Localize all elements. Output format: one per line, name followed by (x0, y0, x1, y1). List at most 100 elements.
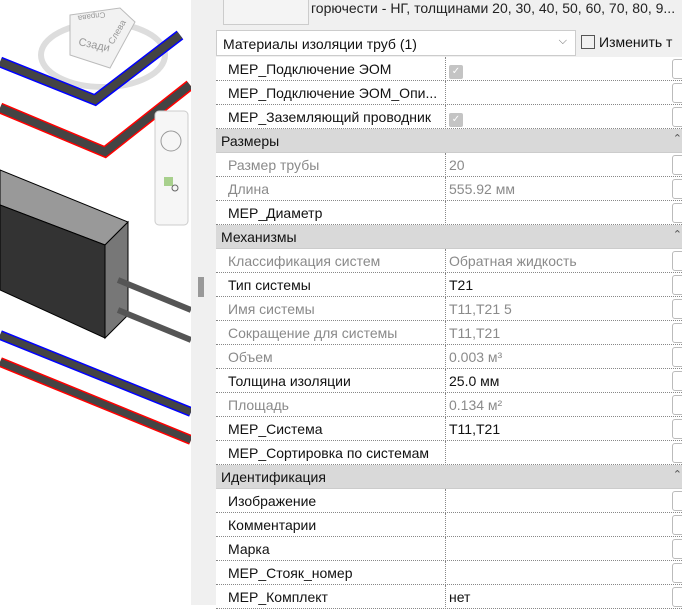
property-value-text: T21 (449, 277, 474, 293)
edit-type-label: Изменить т (599, 34, 673, 50)
property-name: Комментарии (228, 517, 317, 533)
property-value[interactable]: ✓ (445, 105, 672, 129)
property-value-text: 25.0 мм (449, 373, 500, 389)
property-value[interactable] (445, 513, 672, 537)
property-row: MEP_Стояк_номер (216, 561, 682, 585)
property-value[interactable]: 25.0 мм (445, 369, 672, 393)
parameter-button[interactable] (672, 251, 682, 271)
properties-grid: MEP_Подключение ЭОМ ✓ MEP_Подключение ЭОМ_… (216, 57, 682, 609)
viewcube[interactable]: Справа Сзади Слева (38, 7, 168, 90)
property-value-text: нет (449, 589, 471, 605)
property-value[interactable] (445, 489, 672, 513)
property-value-text: T11,T21 (449, 421, 501, 437)
group-header[interactable]: Размеры ⌃ (216, 129, 682, 153)
pipe-connection[interactable] (116, 277, 191, 313)
property-value[interactable] (445, 441, 672, 465)
property-name: MEP_Диаметр (228, 205, 323, 221)
group-header[interactable]: Идентификация ⌃ (216, 465, 682, 489)
property-row: MEP_Система T11,T21 (216, 417, 682, 441)
property-value: 555.92 мм (445, 177, 672, 201)
property-row: Объем 0.003 м³ (216, 345, 682, 369)
checkbox[interactable]: ✓ (449, 113, 463, 127)
parameter-button[interactable] (672, 347, 682, 367)
collapse-icon[interactable]: ⌃ (673, 468, 682, 481)
property-row: Площадь 0.134 м² (216, 393, 682, 417)
parameter-button[interactable] (672, 323, 682, 343)
parameter-button[interactable] (672, 563, 682, 583)
property-name: Площадь (228, 397, 289, 413)
type-selector[interactable]: Материалы изоляции труб (1) ⌵ (216, 30, 576, 56)
3d-viewport[interactable]: Справа Сзади Слева (0, 0, 191, 605)
property-name: Сокращение для системы (228, 325, 398, 341)
property-row: MEP_Заземляющий проводник ✓ (216, 105, 682, 129)
property-name: Классификация систем (228, 253, 381, 269)
type-selector-value: Материалы изоляции труб (1) (223, 36, 417, 52)
property-name: Марка (228, 541, 270, 557)
parameter-button[interactable] (672, 371, 682, 391)
panel-splitter[interactable] (191, 0, 215, 605)
parameter-button[interactable] (672, 443, 682, 463)
property-value-text: T11,T21 (449, 325, 501, 341)
collapse-icon[interactable]: ⌃ (673, 228, 682, 241)
parameter-button[interactable] (672, 299, 682, 319)
property-value: T11,T21 5 (445, 297, 672, 321)
zoom-region-icon (164, 177, 173, 186)
group-label: Механизмы (221, 229, 297, 245)
property-value[interactable]: T21 (445, 273, 672, 297)
property-name: Толщина изоляции (228, 373, 351, 389)
checkbox[interactable]: ✓ (449, 65, 463, 79)
parameter-button[interactable] (672, 395, 682, 415)
property-value[interactable] (445, 537, 672, 561)
property-value[interactable]: T11,T21 (445, 417, 672, 441)
property-name: Изображение (228, 493, 317, 509)
pipe-connection[interactable] (116, 307, 191, 343)
property-name: MEP_Система (228, 421, 323, 437)
parameter-button[interactable] (672, 491, 682, 511)
property-row: Изображение (216, 489, 682, 513)
type-thumbnail (223, 0, 309, 25)
parameter-button[interactable] (672, 587, 682, 607)
parameter-button[interactable] (672, 539, 682, 559)
property-value-text: 0.134 м² (449, 397, 503, 413)
property-row: MEP_Комплект нет (216, 585, 682, 609)
property-row: MEP_Сортировка по системам (216, 441, 682, 465)
property-name: Имя системы (228, 301, 315, 317)
property-value[interactable]: ✓ (445, 57, 672, 81)
property-value: 0.134 м² (445, 393, 672, 417)
model-view: Справа Сзади Слева (0, 7, 191, 445)
navigation-bar[interactable] (154, 110, 189, 226)
property-row: Комментарии (216, 513, 682, 537)
parameter-button[interactable] (672, 515, 682, 535)
edit-type-button[interactable]: Изменить т (581, 31, 672, 50)
property-row: MEP_Подключение ЭОМ_Опи... (216, 81, 682, 105)
chevron-down-icon: ⌵ (558, 35, 567, 47)
property-value[interactable] (445, 201, 672, 225)
group-header[interactable]: Механизмы ⌃ (216, 225, 682, 249)
property-name: MEP_Стояк_номер (228, 565, 353, 581)
parameter-button[interactable] (672, 107, 682, 127)
property-value[interactable] (445, 81, 672, 105)
property-value: Обратная жидкость (445, 249, 672, 273)
parameter-button[interactable] (672, 203, 682, 223)
parameter-button[interactable] (672, 59, 682, 79)
parameter-button[interactable] (672, 419, 682, 439)
property-row: Классификация систем Обратная жидкость (216, 249, 682, 273)
property-row: Длина 555.92 мм (216, 177, 682, 201)
parameter-button[interactable] (672, 275, 682, 295)
property-row: Сокращение для системы T11,T21 (216, 321, 682, 345)
property-row: Толщина изоляции 25.0 мм (216, 369, 682, 393)
property-value[interactable]: нет (445, 585, 672, 609)
property-value[interactable] (445, 561, 672, 585)
group-label: Размеры (221, 133, 280, 149)
parameter-button[interactable] (672, 155, 682, 175)
property-value-text: 0.003 м³ (449, 349, 503, 365)
property-value-text: T11,T21 5 (449, 301, 512, 317)
equipment-box[interactable] (0, 169, 129, 340)
properties-panel: горючести - НГ, толщинами 20, 30, 40, 50… (215, 0, 682, 609)
collapse-icon[interactable]: ⌃ (673, 132, 682, 145)
property-name: Длина (228, 181, 269, 197)
splitter-grip[interactable] (198, 277, 204, 297)
parameter-button[interactable] (672, 179, 682, 199)
parameter-button[interactable] (672, 83, 682, 103)
property-name: MEP_Заземляющий проводник (228, 109, 431, 125)
